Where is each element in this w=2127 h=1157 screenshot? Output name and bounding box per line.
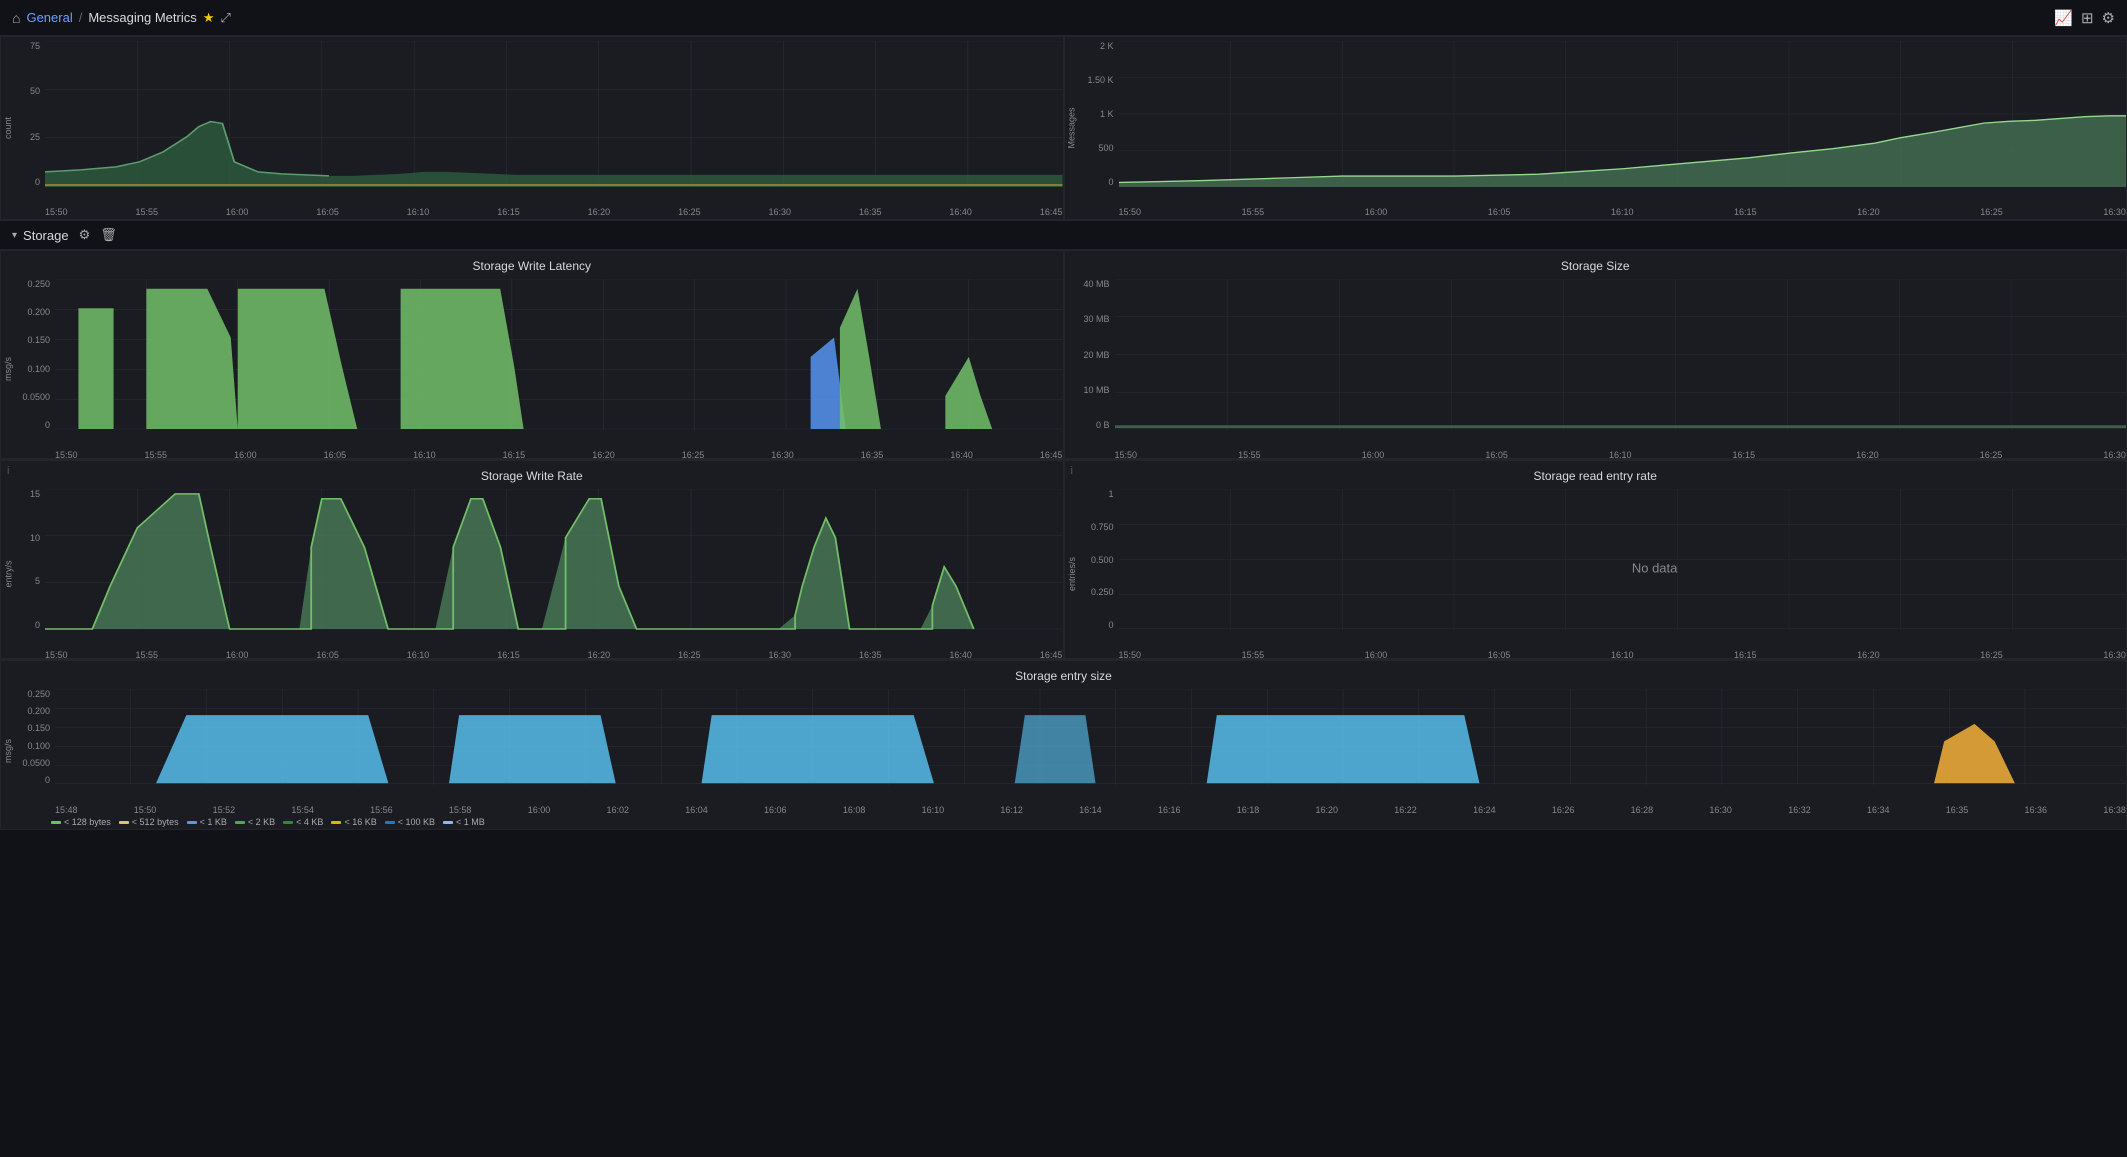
legend-512b: < 512 bytes — [119, 817, 179, 827]
y-500: 500 — [1098, 143, 1113, 153]
breadcrumb: ⌂ General / Messaging Metrics ★ ⤢ — [12, 10, 231, 26]
chart-toggle-icon[interactable]: 📈 — [2054, 9, 2073, 27]
entry-size-y-label: msg/s — [3, 739, 13, 763]
entry-size-legend: < 128 bytes < 512 bytes < 1 KB < 2 KB < … — [1, 815, 2126, 830]
panel-storage-size: Storage Size 40 MB 30 MB 20 MB 10 MB 0 B — [1064, 250, 2127, 459]
storage-chevron: ▾ — [12, 230, 17, 241]
write-latency-title: Storage Write Latency — [1, 251, 1063, 277]
legend-128b: < 128 bytes — [51, 817, 111, 827]
storage-title: Storage — [23, 228, 69, 243]
share-icon[interactable]: ⤢ — [220, 10, 230, 26]
legend-1mb: < 1 MB — [443, 817, 485, 827]
topbar-icons: 📈 ⊞ ⚙ — [2054, 9, 2115, 27]
x-16:45: 16:45 — [1040, 207, 1063, 217]
legend-color-100kb — [385, 821, 395, 824]
x-16:00: 16:00 — [226, 207, 249, 217]
panel-write-latency: Storage Write Latency msg/s 0.250 0.200 … — [0, 250, 1064, 459]
storage-row-2: i Storage Write Rate entry/s 15 10 5 0 — [0, 460, 2127, 660]
page-title: Messaging Metrics — [88, 10, 196, 25]
write-rate-info-icon[interactable]: i — [7, 465, 9, 477]
write-latency-y-label: msg/s — [3, 356, 13, 380]
dashboard: count 75 50 25 0 — [0, 36, 2127, 1157]
x-16:10: 16:10 — [407, 207, 430, 217]
x-16:25: 16:25 — [678, 207, 701, 217]
breadcrumb-separator: / — [79, 10, 83, 25]
x-16:30: 16:30 — [769, 207, 792, 217]
storage-section-header[interactable]: ▾ Storage ⚙ 🗑 — [0, 221, 2127, 250]
y-val-25: 25 — [30, 132, 40, 142]
breadcrumb-general[interactable]: General — [26, 10, 72, 25]
legend-color-16kb — [331, 821, 341, 824]
write-rate-y-label: entry/s — [3, 560, 13, 587]
storage-size-svg — [1115, 279, 2127, 430]
legend-color-4kb — [283, 821, 293, 824]
messages-chart-svg — [1119, 41, 2127, 187]
legend-color-1kb — [187, 821, 197, 824]
storage-trash-icon[interactable]: 🗑 — [100, 227, 117, 243]
legend-100kb: < 100 KB — [385, 817, 435, 827]
x-16:35: 16:35 — [859, 207, 882, 217]
storage-size-title: Storage Size — [1065, 251, 2127, 277]
write-rate-title: Storage Write Rate — [1, 461, 1063, 487]
y-axis-label-count: count — [3, 117, 13, 139]
x-15:55: 15:55 — [135, 207, 158, 217]
top-row: count 75 50 25 0 — [0, 36, 2127, 221]
count-chart-svg — [45, 41, 1063, 187]
read-entry-y-label: entries/s — [1067, 556, 1077, 590]
y-val-75: 75 — [30, 41, 40, 51]
read-entry-rate-title: Storage read entry rate — [1065, 461, 2127, 487]
panel-read-entry-rate: i Storage read entry rate entries/s 1 0.… — [1064, 460, 2127, 659]
x-15:50: 15:50 — [45, 207, 68, 217]
read-entry-info-icon[interactable]: i — [1071, 465, 1073, 477]
y-val-0: 0 — [35, 177, 40, 187]
y-1.5k: 1.50 K — [1087, 75, 1113, 85]
x-16:05: 16:05 — [316, 207, 339, 217]
legend-color-2kb — [235, 821, 245, 824]
settings-icon[interactable]: ⚙ — [2102, 9, 2115, 27]
no-data-label: No data — [1632, 560, 1678, 575]
legend-color-1mb — [443, 821, 453, 824]
legend-color-512b — [119, 821, 129, 824]
write-rate-svg — [45, 489, 1063, 630]
y-val-50: 50 — [30, 86, 40, 96]
panel-write-rate: i Storage Write Rate entry/s 15 10 5 0 — [0, 460, 1064, 659]
legend-4kb: < 4 KB — [283, 817, 323, 827]
legend-2kb: < 2 KB — [235, 817, 275, 827]
x-16:15: 16:15 — [497, 207, 520, 217]
star-icon[interactable]: ★ — [203, 10, 215, 26]
y-2k: 2 K — [1100, 41, 1114, 51]
storage-settings-icon[interactable]: ⚙ — [79, 227, 91, 243]
topbar: ⌂ General / Messaging Metrics ★ ⤢ 📈 ⊞ ⚙ — [0, 0, 2127, 36]
x-16:20: 16:20 — [588, 207, 611, 217]
home-icon: ⌂ — [12, 10, 20, 26]
y-1k: 1 K — [1100, 109, 1114, 119]
grid-icon[interactable]: ⊞ — [2081, 9, 2094, 27]
legend-1kb: < 1 KB — [187, 817, 227, 827]
y-axis-label-messages: Messages — [1067, 107, 1077, 148]
y-0-msg: 0 — [1108, 177, 1113, 187]
legend-color-128b — [51, 821, 61, 824]
panel-messages: Messages 2 K 1.50 K 1 K 500 0 — [1064, 36, 2127, 220]
panel-entry-size: Storage entry size msg/s 0.250 0.200 0.1… — [0, 660, 2127, 830]
x-16:40: 16:40 — [949, 207, 972, 217]
panel-count: count 75 50 25 0 — [0, 36, 1064, 220]
write-latency-svg — [55, 279, 1063, 430]
storage-row-1: Storage Write Latency msg/s 0.250 0.200 … — [0, 250, 2127, 460]
entry-size-svg — [55, 689, 2126, 785]
legend-16kb: < 16 KB — [331, 817, 376, 827]
read-entry-svg — [1119, 489, 2127, 630]
entry-size-title: Storage entry size — [1, 661, 2126, 687]
